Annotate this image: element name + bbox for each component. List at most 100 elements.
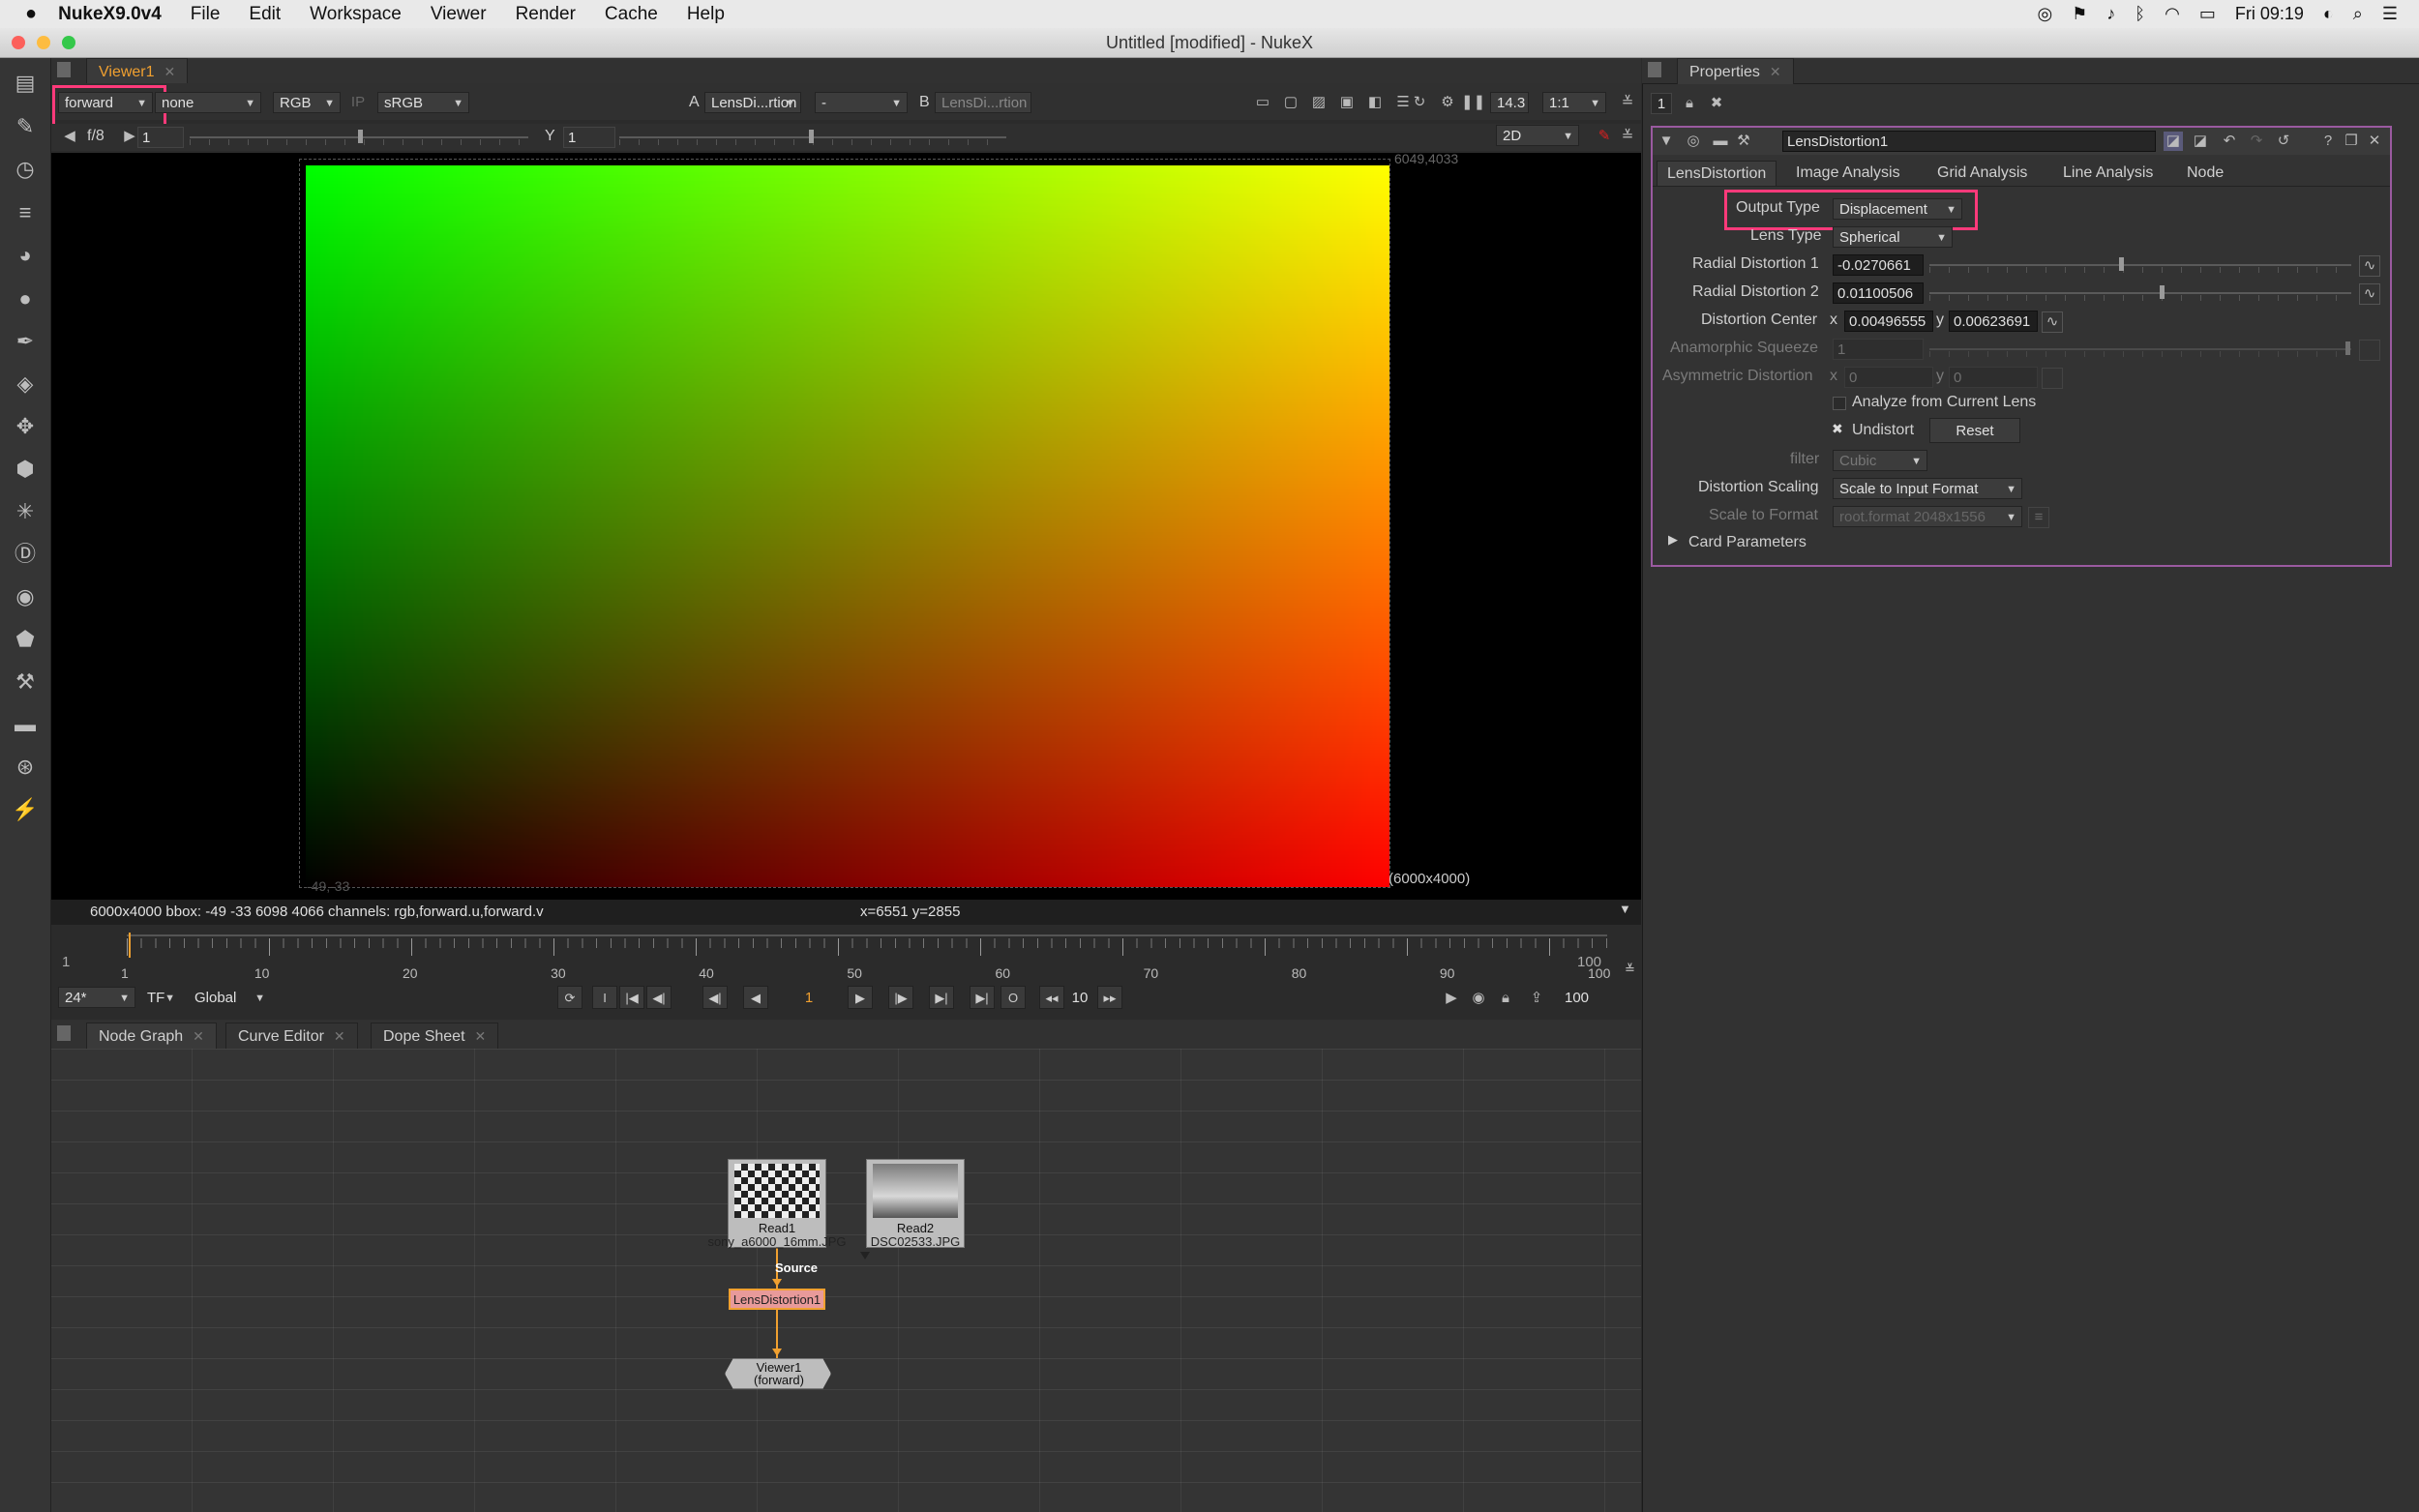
first-frame-icon[interactable]: |◀ [619,986,644,1009]
asym-curve-icon[interactable] [2042,368,2063,389]
asym-y-field[interactable]: 0 [1949,367,2038,388]
zoom-window-icon[interactable] [62,36,75,49]
menu-viewer[interactable]: Viewer [431,4,487,25]
lens-type-dropdown[interactable]: Spherical ▼ [1833,226,1953,248]
close-window-icon[interactable] [12,36,25,49]
center-node-icon[interactable]: ◎ [1684,132,1703,151]
tab-grid-analysis[interactable]: Grid Analysis [1927,161,2037,186]
flipbook-icon[interactable]: ▶ [1442,989,1461,1008]
input-a-dropdown[interactable]: LensDi...rtion ▼ [704,92,801,113]
viewer-menu-icon[interactable]: ≚ [1618,93,1637,112]
update-icon[interactable]: ⚙ [1438,93,1457,112]
particle-tools-icon[interactable]: ✳ [12,498,39,525]
help-icon[interactable]: ? [2318,132,2338,151]
scaling-dropdown[interactable]: Scale to Input Format ▼ [1833,478,2022,499]
other-tools-icon[interactable]: ⚒ [12,668,39,696]
anamorphic-curve-icon[interactable] [2359,340,2380,361]
next-keyframe-icon[interactable]: ▶| [929,986,954,1009]
scale-format-dropdown[interactable]: root.format 2048x1556 ▼ [1833,506,2022,527]
reset-button[interactable]: Reset [1929,418,2020,443]
panel-menu-icon[interactable] [57,62,71,77]
clear-panels-icon[interactable]: ✖ [1707,94,1726,113]
refresh-icon[interactable]: ↻ [1410,93,1429,112]
anamorphic-slider[interactable] [1929,339,2351,360]
merge-tools-icon[interactable]: ◈ [12,371,39,398]
next-frame-icon[interactable]: |▶ [888,986,913,1009]
bluetooth-icon[interactable]: ᛒ [2135,4,2145,24]
ip-icon[interactable]: IP [348,93,368,112]
asym-x-field[interactable]: 0 [1844,367,1933,388]
capture-icon[interactable]: ◉ [1469,989,1488,1008]
tab-node-graph[interactable]: Node Graph ✕ [86,1023,217,1049]
info-expand-icon[interactable]: ▼ [1619,902,1631,916]
menu-render[interactable]: Render [516,4,576,25]
radial1-field[interactable]: -0.0270661 [1833,254,1924,276]
metadata-tools-icon[interactable]: ⬟ [12,626,39,653]
radial2-slider[interactable] [1929,282,2351,304]
alpha-dropdown[interactable]: none ▼ [155,92,261,113]
gamma-slider[interactable] [619,127,1006,148]
minimize-window-icon[interactable] [37,36,50,49]
tab-image-analysis[interactable]: Image Analysis [1786,161,1910,186]
node-name-field[interactable]: LensDistortion1 [1782,131,2156,152]
step-field[interactable]: 10 [1064,987,1095,1008]
ratio-dropdown[interactable]: 1:1 ▼ [1542,92,1606,113]
fstop-down-icon[interactable]: ◀ [60,127,79,146]
prev-keyframe-icon[interactable]: ◀| [646,986,672,1009]
close-icon[interactable]: ✕ [193,1028,204,1044]
menu-help[interactable]: Help [687,4,725,25]
filter-dropdown[interactable]: Cubic ▼ [1833,450,1927,471]
color-swatch-icon[interactable]: ◪ [2164,132,2183,151]
color-tools-icon[interactable]: ◕ [12,242,39,269]
out-frame-field[interactable]: 100 [1560,987,1618,1008]
float-panel-icon[interactable]: ❐ [2342,132,2361,151]
radial1-slider[interactable] [1929,254,2351,276]
close-icon[interactable]: ✕ [334,1028,345,1044]
radial2-curve-icon[interactable]: ∿ [2359,283,2380,305]
close-icon[interactable]: ✕ [164,64,176,79]
tab-dope-sheet[interactable]: Dope Sheet ✕ [371,1023,499,1049]
current-frame-field[interactable]: 1 [782,987,836,1008]
tab-lensdistortion[interactable]: LensDistortion [1657,161,1777,187]
volume-icon[interactable]: ♪ [2106,4,2115,24]
wrench-icon[interactable]: ⚒ [1734,132,1753,151]
zoom-field[interactable]: 14.3 [1490,92,1529,113]
timeline-expand-icon[interactable]: ≚ [1625,962,1635,977]
play-backward-icon[interactable]: ◀ [743,986,768,1009]
toolsets-icon[interactable]: ⊛ [12,754,39,781]
colorspace-dropdown[interactable]: sRGB ▼ [377,92,469,113]
creative-cloud-icon[interactable]: ◎ [2037,4,2052,24]
range-dropdown[interactable]: Global ▼ [188,987,271,1008]
viewer-canvas[interactable]: 6049,4033 -49,-33 (6000x4000) [51,151,1641,900]
flag-icon[interactable]: ⚑ [2072,4,2087,24]
undo-icon[interactable]: ↶ [2220,132,2239,151]
lock-icon[interactable]: 🔒︎ [1496,989,1515,1008]
lock-panel-icon[interactable]: 🔒︎ [1680,94,1699,113]
gamma-field[interactable]: 1 [563,127,615,148]
loop-icon[interactable]: ⟳ [557,986,582,1009]
panel-menu-icon[interactable] [57,1025,71,1041]
battery-icon[interactable]: ▭ [2199,4,2216,24]
step-forward-icon[interactable]: ▸▸ [1097,986,1122,1009]
menu-cache[interactable]: Cache [605,4,658,25]
gain-slider[interactable] [190,127,528,148]
export-icon[interactable]: ⇪ [1527,989,1546,1008]
analyze-checkbox[interactable] [1833,397,1846,410]
close-panel-icon[interactable]: ✕ [2365,132,2384,151]
undistort-checkbox[interactable]: ✖ [1832,422,1845,435]
tab-line-analysis[interactable]: Line Analysis [2053,161,2163,186]
3d-tools-icon[interactable]: ⬢ [12,456,39,483]
revert-icon[interactable]: ↺ [2274,132,2293,151]
viewer-options-icon[interactable]: ≚ [1618,127,1637,146]
radial1-curve-icon[interactable]: ∿ [2359,255,2380,277]
plugins-icon[interactable]: ⚡ [12,796,39,823]
center-x-field[interactable]: 0.00496555 [1844,311,1933,332]
anamorphic-field[interactable]: 1 [1833,339,1924,360]
wifi-icon[interactable]: ◠ [2165,4,2180,24]
draw-tools-icon[interactable]: ✎ [12,113,39,140]
channel-tools-icon[interactable]: ≡ [12,199,39,226]
fps-dropdown[interactable]: 24* ▼ [58,987,135,1008]
view-mode-dropdown[interactable]: 2D ▼ [1496,125,1579,146]
roi-icon[interactable]: ▭ [1253,93,1272,112]
input-b-dropdown[interactable]: LensDi...rtion [935,92,1031,113]
